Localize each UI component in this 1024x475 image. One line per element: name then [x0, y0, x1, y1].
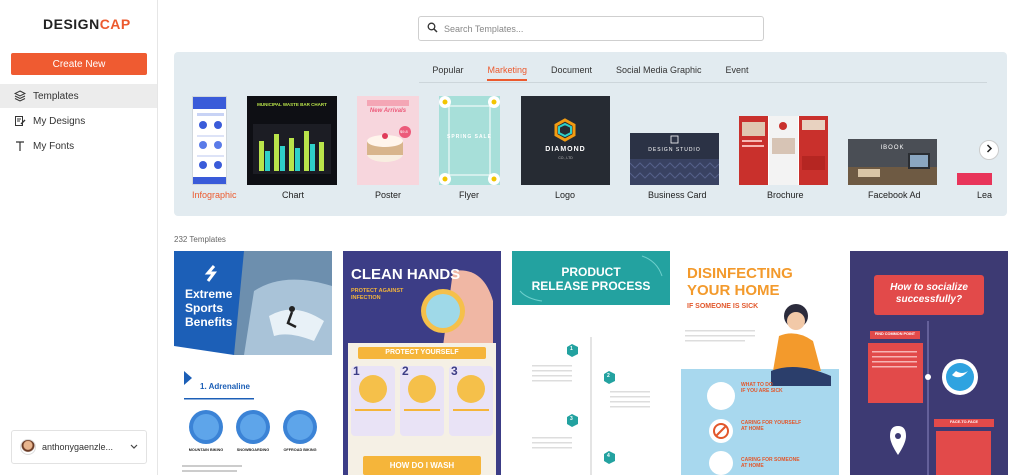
sidebar-item-label: My Designs: [33, 115, 86, 127]
category-label: Brochure: [767, 190, 804, 200]
card-label: OFFROAD BIKING: [283, 448, 317, 452]
card-heading-line: AT HOME: [741, 463, 764, 469]
tab-marketing[interactable]: Marketing: [475, 65, 539, 81]
card-title-line: RELEASE PROCESS: [531, 279, 651, 293]
card-banner: PROTECT YOURSELF: [385, 349, 459, 356]
sidebar-item-label: Templates: [33, 90, 79, 102]
user-name: anthonygaenzle...: [42, 442, 114, 452]
tab-event[interactable]: Event: [714, 65, 761, 75]
step-node: 3: [570, 416, 573, 422]
tab-document[interactable]: Document: [539, 65, 604, 75]
card-bottom-banner: HOW DO I WASH: [389, 461, 455, 470]
facebook-ad-thumb-title: IBOOK: [880, 145, 905, 151]
poster-thumbnail: New Arrivals $9.8: [357, 96, 419, 185]
template-card-socialize[interactable]: How to socialize successfully? FIND COMM…: [850, 251, 1008, 475]
card-subtitle-line: PROTECT AGAINST: [351, 288, 404, 294]
tab-popular[interactable]: Popular: [420, 65, 475, 75]
card-title-line: successfully?: [895, 294, 963, 305]
business-card-thumbnail: DESIGN STUDIO: [630, 133, 719, 185]
brochure-thumbnail: [739, 116, 828, 185]
template-card-clean-hands[interactable]: CLEAN HANDS PROTECT AGAINST INFECTION PR…: [343, 251, 501, 475]
category-label: Facebook Ad: [868, 190, 921, 200]
card-title-line: Extreme: [185, 287, 233, 301]
sidebar-item-my-designs[interactable]: My Designs: [0, 109, 157, 133]
card-title: How to socialize successfully?: [874, 282, 984, 306]
facebook-ad-thumbnail: IBOOK: [848, 139, 937, 185]
sidebar: DESIGNCAP Create New Templates My Design…: [0, 0, 158, 475]
template-card-extreme-sports[interactable]: Extreme Sports Benefits 1. Adrenaline MO…: [174, 251, 332, 475]
business-card-thumb-name: DESIGN STUDIO: [648, 147, 701, 153]
card-heading-line: IF YOU ARE SICK: [741, 388, 783, 394]
card-section-heading: 1. Adrenaline: [200, 382, 250, 391]
leaflet-thumbnail: [957, 173, 992, 185]
card-label: SNOWBOARDING: [236, 448, 270, 452]
search-input[interactable]: [444, 23, 744, 34]
step-node: 2: [607, 373, 610, 379]
card-subtitle: PROTECT AGAINST INFECTION: [351, 288, 403, 302]
flyer-thumb-title: SPRING SALE: [447, 134, 492, 140]
category-label: Logo: [555, 190, 576, 200]
card-subtitle: IF SOMEONE IS SICK: [687, 303, 759, 310]
chart-thumbnail: MUNICIPAL WASTE BAR CHART: [247, 96, 337, 185]
category-label: Poster: [375, 190, 402, 200]
layers-icon: [14, 90, 26, 102]
logo-thumb-name: DIAMOND: [545, 146, 586, 153]
logo-thumb-sub: CO., LTD: [558, 156, 573, 160]
user-menu[interactable]: anthonygaenzle...: [11, 430, 147, 464]
sidebar-item-my-fonts[interactable]: My Fonts: [0, 134, 157, 158]
category-label: Lea: [977, 190, 993, 200]
text-t-icon: [14, 140, 26, 152]
search-bar: [418, 16, 764, 41]
next-categories-button[interactable]: [979, 140, 999, 160]
poster-thumb-price: $9.8: [400, 129, 408, 134]
card-title: PRODUCT RELEASE PROCESS: [512, 265, 670, 293]
card-heading: CARING FOR SOMEONE AT HOME: [741, 457, 800, 469]
chevron-right-icon: [986, 144, 993, 156]
card-heading: CARING FOR YOURSELF AT HOME: [741, 420, 801, 432]
template-count: 232 Templates: [174, 235, 226, 244]
infographic-thumbnail: [192, 96, 227, 185]
card-label: MOUNTAIN BIKING: [188, 448, 224, 452]
chevron-down-icon: [130, 443, 138, 452]
step-number: 1: [353, 364, 360, 378]
sidebar-item-label: My Fonts: [33, 140, 75, 152]
card-title-line: YOUR HOME: [687, 282, 780, 299]
template-card-product-release[interactable]: PRODUCT RELEASE PROCESS 1 2 3 4: [512, 251, 670, 475]
card-title: CLEAN HANDS: [351, 266, 461, 283]
card-title: Extreme Sports Benefits: [185, 287, 232, 329]
template-card-disinfecting-home[interactable]: DISINFECTING YOUR HOME IF SOMEONE IS SIC…: [681, 251, 839, 475]
step-node: 4: [607, 453, 610, 459]
card-title-line: DISINFECTING: [687, 265, 793, 282]
tab-divider: [419, 82, 987, 83]
card-title-line: Sports: [185, 301, 224, 315]
logo-thumbnail: DIAMOND CO., LTD: [521, 96, 610, 185]
step-number: 2: [402, 364, 409, 378]
card-tag: FACE-TO-FACE: [950, 420, 978, 424]
category-label: Chart: [282, 190, 305, 200]
step-number: 3: [451, 364, 458, 378]
sidebar-nav: Templates My Designs My Fonts: [0, 84, 157, 159]
search-icon: [427, 20, 438, 38]
category-tabs: Popular Marketing Document Social Media …: [174, 65, 1007, 81]
sidebar-item-templates[interactable]: Templates: [0, 84, 157, 108]
avatar: [20, 439, 36, 455]
card-heading: WHAT TO DO IF YOU ARE SICK: [741, 382, 783, 394]
card-subtitle-line: INFECTION: [351, 295, 381, 301]
app-logo[interactable]: DESIGNCAP: [43, 16, 131, 32]
tab-social-media-graphic[interactable]: Social Media Graphic: [604, 65, 714, 75]
create-new-button[interactable]: Create New: [11, 53, 147, 75]
category-label: Business Card: [648, 190, 707, 200]
card-title: DISINFECTING YOUR HOME: [687, 265, 793, 299]
category-label: Flyer: [459, 190, 479, 200]
card-title-line: How to socialize: [890, 282, 968, 293]
edit-document-icon: [14, 115, 26, 127]
card-title-line: PRODUCT: [561, 265, 621, 279]
card-heading-line: AT HOME: [741, 426, 764, 432]
card-title-line: Benefits: [185, 315, 233, 329]
step-node: 1: [570, 346, 573, 352]
card-tag: FIND COMMON POINT: [874, 332, 916, 336]
category-panel: Popular Marketing Document Social Media …: [174, 52, 1007, 216]
category-label: Infographic: [192, 190, 237, 200]
flyer-thumbnail: SPRING SALE: [439, 96, 500, 185]
